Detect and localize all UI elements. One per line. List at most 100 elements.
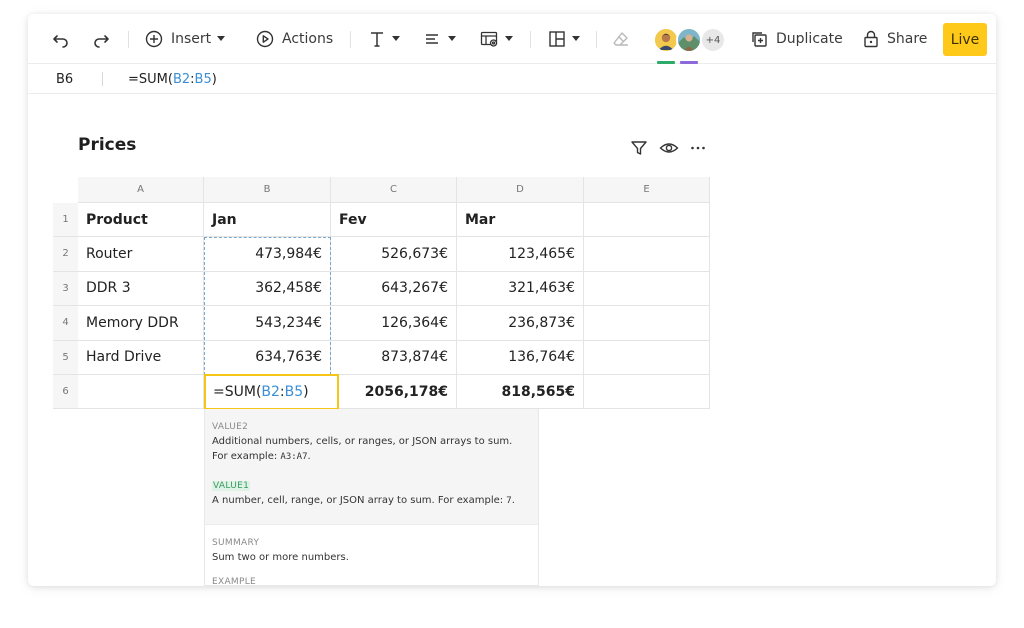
layout-icon bbox=[549, 31, 565, 47]
undo-button[interactable] bbox=[52, 14, 70, 64]
table-cell[interactable] bbox=[78, 375, 204, 409]
table-cell[interactable]: 136,764€ bbox=[457, 340, 584, 375]
table-row: 4 Memory DDR 543,234€ 126,364€ 236,873€ bbox=[53, 306, 710, 341]
row-number[interactable]: 2 bbox=[53, 237, 78, 272]
table-cell[interactable]: 236,873€ bbox=[457, 306, 584, 341]
toolbar-divider bbox=[530, 31, 531, 48]
table-row: 2 Router 473,984€ 526,673€ 123,465€ bbox=[53, 237, 710, 272]
duplicate-button[interactable]: Duplicate bbox=[750, 14, 843, 64]
table-cell[interactable]: 123,465€ bbox=[457, 237, 584, 272]
eraser-button[interactable] bbox=[612, 14, 630, 64]
value2-label: VALUE2 bbox=[212, 422, 249, 432]
table-row: 5 Hard Drive 634,763€ 873,874€ 136,764€ bbox=[53, 340, 710, 375]
column-header-b[interactable]: B bbox=[204, 177, 331, 203]
more-collaborators-badge[interactable]: +4 bbox=[700, 27, 726, 53]
table-cell[interactable]: 526,673€ bbox=[331, 237, 457, 272]
table-cell[interactable]: Product bbox=[78, 203, 204, 237]
play-circle-icon bbox=[256, 30, 274, 48]
table-cell[interactable]: Memory DDR bbox=[78, 306, 204, 341]
active-formula-prefix: =SUM( bbox=[213, 384, 262, 400]
function-help-popup: VALUE2 Additional numbers, cells, or ran… bbox=[204, 409, 539, 586]
table-cell[interactable] bbox=[584, 340, 710, 375]
value2-section: VALUE2 Additional numbers, cells, or ran… bbox=[205, 409, 538, 524]
table-cell[interactable]: 473,984€ bbox=[204, 237, 331, 272]
text-type-icon bbox=[371, 32, 383, 47]
value2-text: Additional numbers, cells, or ranges, or… bbox=[212, 436, 513, 462]
table-cell[interactable] bbox=[584, 306, 710, 341]
table-cell[interactable] bbox=[584, 271, 710, 306]
redo-icon bbox=[94, 35, 109, 48]
row-number[interactable]: 3 bbox=[53, 271, 78, 306]
formula-suffix: ) bbox=[211, 71, 217, 87]
more-options-icon[interactable] bbox=[690, 139, 706, 157]
row-number[interactable]: 1 bbox=[53, 203, 78, 237]
value1-end: . bbox=[511, 495, 515, 506]
table-cell[interactable]: 818,565€ bbox=[457, 375, 584, 409]
table-cell[interactable]: 873,874€ bbox=[331, 340, 457, 375]
table-cell[interactable]: Mar bbox=[457, 203, 584, 237]
formula-prefix: =SUM( bbox=[128, 71, 173, 87]
filter-icon[interactable] bbox=[630, 139, 648, 157]
table-actions bbox=[630, 136, 706, 160]
toolbar-divider bbox=[128, 31, 129, 48]
column-header-c[interactable]: C bbox=[331, 177, 457, 203]
toolbar-divider bbox=[596, 31, 597, 48]
plus-circle-icon bbox=[145, 30, 163, 48]
row-number[interactable]: 6 bbox=[53, 375, 78, 409]
formula-ref-start: B2 bbox=[172, 71, 191, 87]
text-format-button[interactable] bbox=[368, 14, 400, 64]
share-button[interactable]: Share bbox=[863, 14, 927, 64]
column-header-d[interactable]: D bbox=[457, 177, 584, 203]
caret-down-icon bbox=[448, 36, 456, 41]
toolbar-divider bbox=[350, 31, 351, 48]
table-cell[interactable]: 543,234€ bbox=[204, 306, 331, 341]
duplicate-icon bbox=[752, 32, 767, 47]
table-cell[interactable]: Router bbox=[78, 237, 204, 272]
active-formula-suffix: ) bbox=[303, 384, 309, 400]
table-title: Prices bbox=[78, 135, 137, 155]
redo-button[interactable] bbox=[92, 14, 110, 64]
layout-button[interactable] bbox=[548, 14, 580, 64]
row-number[interactable]: 5 bbox=[53, 340, 78, 375]
table-cell[interactable]: 2056,178€ bbox=[331, 375, 457, 409]
collaborator-avatar[interactable] bbox=[676, 27, 702, 53]
example-label: EXAMPLE bbox=[212, 577, 257, 586]
summary-section: SUMMARY Sum two or more numbers. EXAMPLE bbox=[205, 525, 538, 586]
spreadsheet-card: Insert Actions +4 Duplicate Share Live B… bbox=[28, 14, 996, 586]
toolbar: Insert Actions +4 Duplicate Share Live bbox=[28, 14, 996, 64]
undo-icon bbox=[53, 35, 68, 48]
column-header-row: A B C D E bbox=[78, 177, 710, 203]
table-cell[interactable]: DDR 3 bbox=[78, 271, 204, 306]
summary-text: Sum two or more numbers. bbox=[212, 552, 349, 563]
table-cell[interactable]: Hard Drive bbox=[78, 340, 204, 375]
live-button[interactable]: Live bbox=[943, 23, 987, 56]
summary-label: SUMMARY bbox=[212, 538, 260, 548]
align-left-icon bbox=[426, 34, 438, 44]
table-cell[interactable] bbox=[584, 237, 710, 272]
value1-label-text: VALUE1 bbox=[212, 481, 251, 491]
formula-input[interactable]: =SUM(B2: B5) bbox=[128, 64, 217, 94]
cell-reference[interactable]: B6 bbox=[56, 64, 73, 94]
table-cell[interactable]: 643,267€ bbox=[331, 271, 457, 306]
align-button[interactable] bbox=[424, 14, 456, 64]
row-number[interactable]: 4 bbox=[53, 306, 78, 341]
table-cell[interactable]: 321,463€ bbox=[457, 271, 584, 306]
table-cell[interactable]: Fev bbox=[331, 203, 457, 237]
column-header-a[interactable]: A bbox=[78, 177, 204, 203]
table-settings-button[interactable] bbox=[480, 14, 513, 64]
active-cell-editor[interactable]: =SUM(B2: B5) bbox=[204, 374, 339, 410]
user-avatar-icon bbox=[655, 29, 677, 51]
table-cell[interactable] bbox=[584, 203, 710, 237]
table-cell[interactable] bbox=[584, 375, 710, 409]
insert-menu-button[interactable]: Insert bbox=[145, 14, 226, 64]
actions-button[interactable]: Actions bbox=[256, 14, 333, 64]
table-cell[interactable]: 362,458€ bbox=[204, 271, 331, 306]
active-formula-ref-end: B5 bbox=[284, 384, 304, 400]
value2-end: . bbox=[307, 451, 311, 462]
table-cell[interactable]: Jan bbox=[204, 203, 331, 237]
eye-icon[interactable] bbox=[659, 139, 679, 157]
table-row: 3 DDR 3 362,458€ 643,267€ 321,463€ bbox=[53, 271, 710, 306]
column-header-e[interactable]: E bbox=[584, 177, 710, 203]
table-cell[interactable]: 126,364€ bbox=[331, 306, 457, 341]
table-cell[interactable]: 634,763€ bbox=[204, 340, 331, 375]
